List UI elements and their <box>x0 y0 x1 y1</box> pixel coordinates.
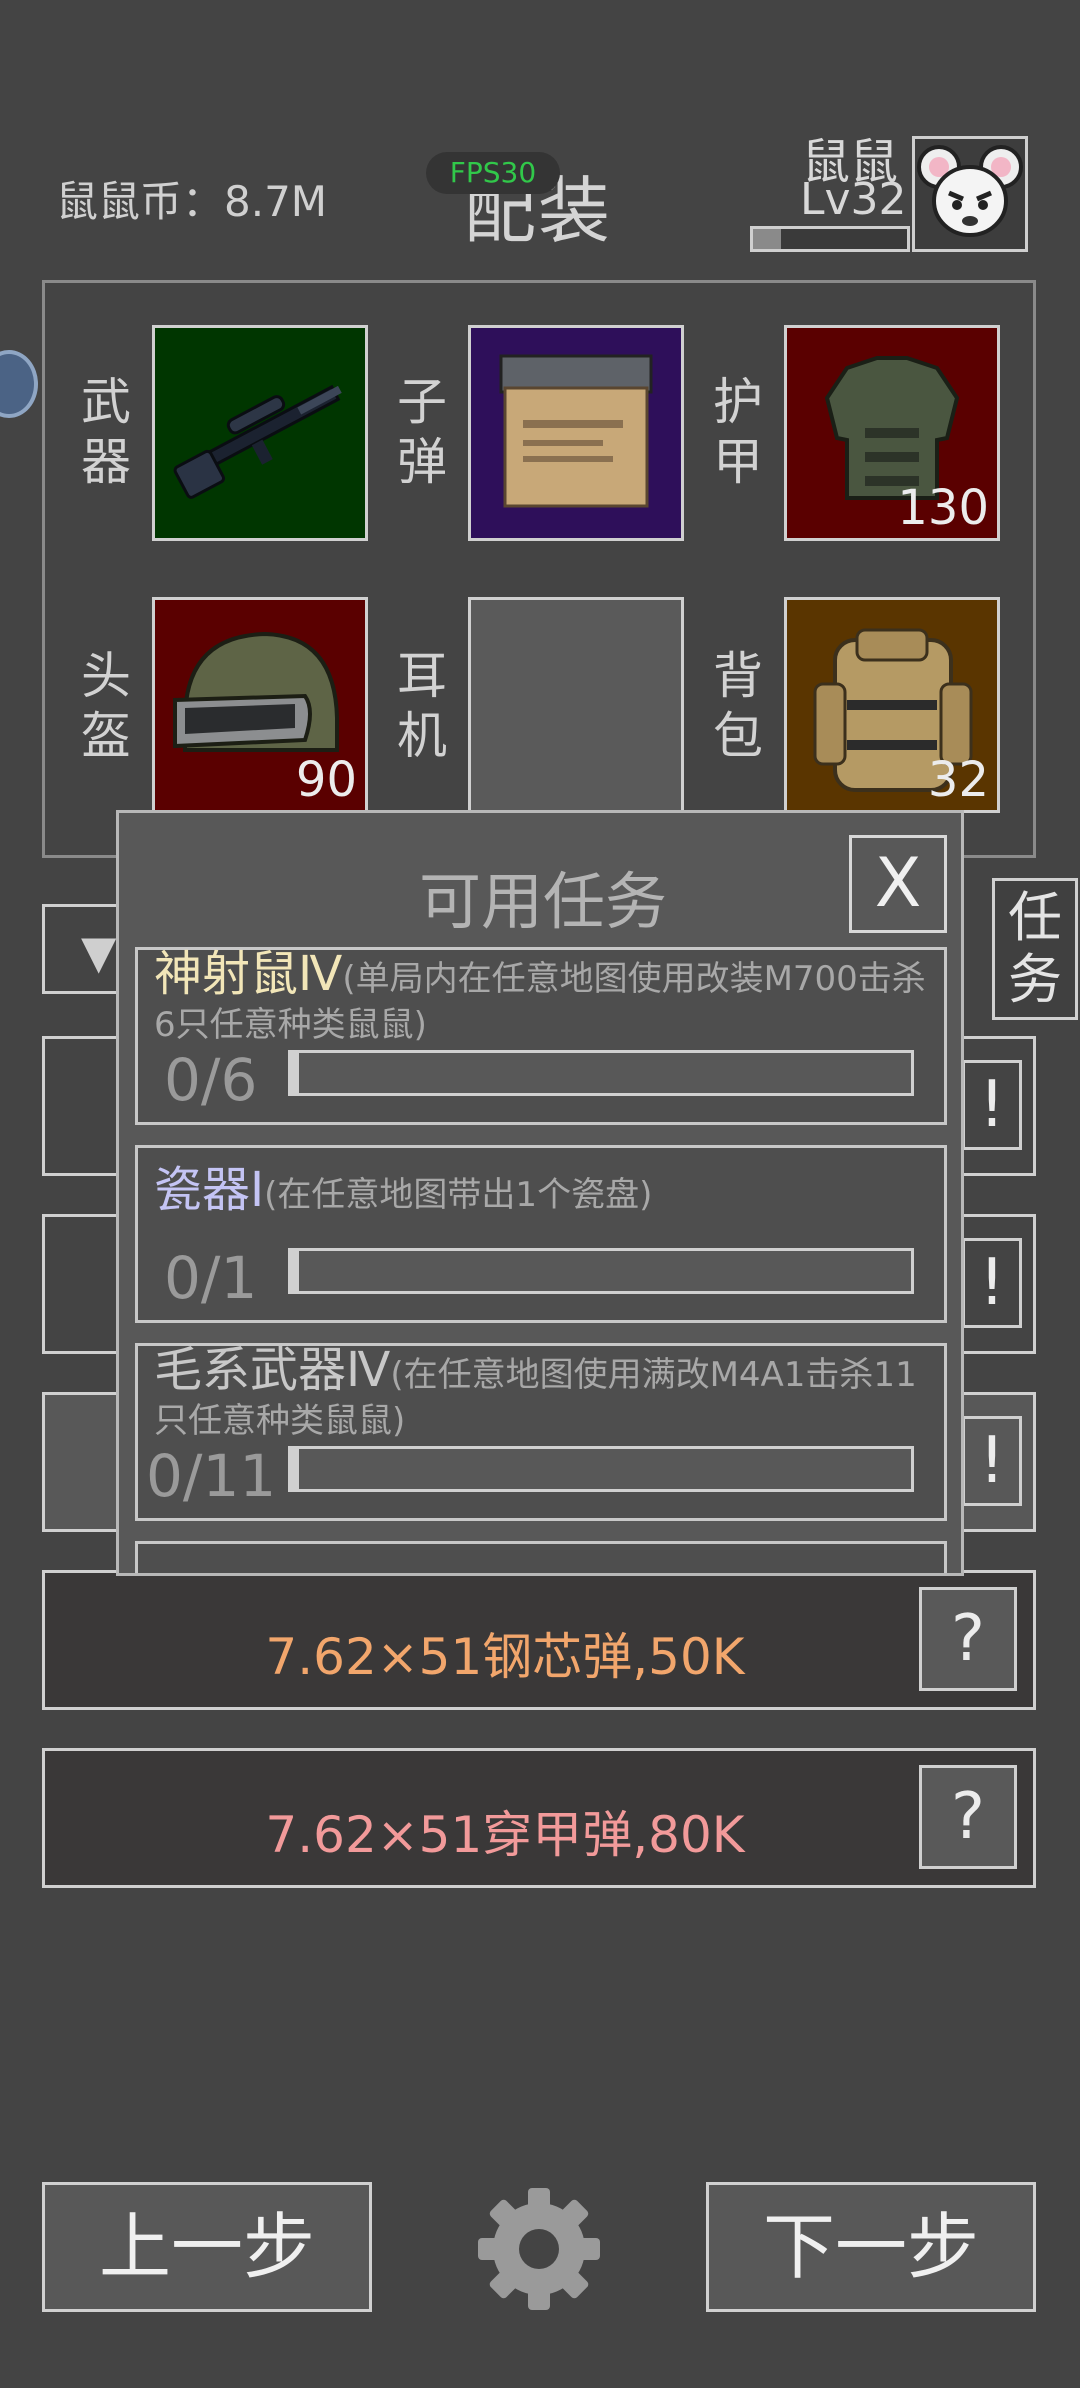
xp-progress-bar <box>750 226 910 252</box>
ammo-option-label: 7.62×51穿甲弹,80K <box>265 1806 745 1864</box>
gear-icon <box>478 2188 600 2310</box>
xp-progress-fill <box>753 229 781 249</box>
task-card[interactable]: 毛系武器Ⅳ(在任意地图使用满改M4A1击杀11只任意种类鼠鼠) 0/11 <box>135 1343 947 1521</box>
slot-label-helmet: 头盔 <box>81 647 131 765</box>
armor-durability: 130 <box>897 480 989 536</box>
helmet-durability: 90 <box>295 752 357 808</box>
ammo-option-row[interactable]: 7.62×51穿甲弹,80K ? <box>42 1748 1036 1888</box>
headset-slot[interactable] <box>468 597 684 813</box>
ammo-option-label: 7.62×51钢芯弹,50K <box>265 1628 745 1686</box>
slot-label-backpack: 背包 <box>713 647 763 765</box>
player-level: Lv32 <box>800 174 907 225</box>
dialog-title: 可用任务 <box>418 865 667 938</box>
ammo-option-row[interactable]: 7.62×51钢芯弹,50K ? <box>42 1570 1036 1710</box>
task-description: (在任意地图带出1个瓷盘) <box>264 1175 653 1215</box>
coin-balance: 鼠鼠币：8.7M <box>56 177 328 226</box>
task-dialog: 可用任务 X 神射鼠Ⅳ(单局内在任意地图使用改装M700击杀6只任意种类鼠鼠) … <box>116 810 964 1576</box>
backpack-slot[interactable]: 32 <box>784 597 1000 813</box>
slot-label-weapon: 武器 <box>81 373 131 491</box>
task-progress-bar <box>288 1446 914 1492</box>
ammo-box-icon <box>499 354 653 508</box>
ammo-help-button[interactable]: ? <box>919 1765 1017 1869</box>
task-progress-text: 0/1 <box>164 1244 258 1312</box>
slot-label-ammo: 子弹 <box>397 373 447 491</box>
player-avatar[interactable] <box>912 136 1028 252</box>
task-progress-bar <box>288 1050 914 1096</box>
slot-label-armor: 护甲 <box>713 373 763 491</box>
backpack-durability: 32 <box>927 752 989 808</box>
alert-icon[interactable]: ! <box>962 1416 1022 1506</box>
mouse-avatar-icon <box>917 145 1023 237</box>
rifle-icon <box>173 384 342 499</box>
ammo-slot[interactable] <box>468 325 684 541</box>
slot-label-headset: 耳机 <box>397 647 447 765</box>
triangle-down-icon: ▼ <box>81 925 117 979</box>
settings-button[interactable] <box>474 2184 604 2314</box>
helmet-slot[interactable]: 90 <box>152 597 368 813</box>
ammo-help-button[interactable]: ? <box>919 1587 1017 1691</box>
alert-icon[interactable]: ! <box>962 1060 1022 1150</box>
task-card[interactable]: 神射鼠Ⅳ(单局内在任意地图使用改装M700击杀6只任意种类鼠鼠) 0/6 <box>135 947 947 1125</box>
next-step-button[interactable]: 下一步 <box>706 2182 1036 2312</box>
task-progress-text: 0/6 <box>164 1046 258 1114</box>
task-card[interactable] <box>135 1541 947 1573</box>
close-button[interactable]: X <box>849 835 947 933</box>
side-floating-button[interactable] <box>0 350 38 418</box>
task-progress-bar <box>288 1248 914 1294</box>
alert-icon[interactable]: ! <box>962 1238 1022 1328</box>
task-progress-text: 0/11 <box>146 1442 277 1510</box>
task-name: 神射鼠Ⅳ <box>154 946 343 1002</box>
task-name: 毛系武器Ⅳ <box>154 1342 391 1398</box>
armor-slot[interactable]: 130 <box>784 325 1000 541</box>
task-tab[interactable]: 任务 <box>992 878 1078 1020</box>
task-name: 瓷器Ⅰ <box>154 1162 265 1218</box>
fps-counter: FPS30 <box>426 152 560 194</box>
previous-step-button[interactable]: 上一步 <box>42 2182 372 2312</box>
task-card[interactable]: 瓷器Ⅰ(在任意地图带出1个瓷盘) 0/1 <box>135 1145 947 1323</box>
weapon-slot[interactable] <box>152 325 368 541</box>
